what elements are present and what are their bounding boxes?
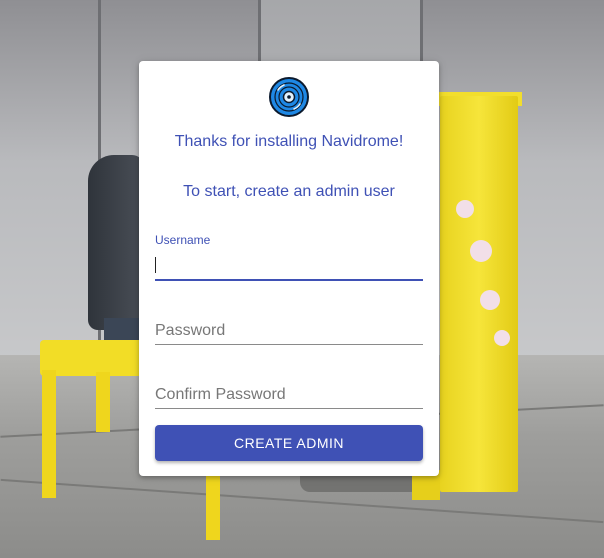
welcome-message: Thanks for installing Navidrome! <box>174 133 404 150</box>
chair-seat <box>40 340 150 376</box>
password-underline <box>155 344 423 345</box>
username-input[interactable] <box>155 251 423 279</box>
piano-flower <box>494 330 510 346</box>
chair-leg <box>206 470 220 540</box>
text-caret <box>155 257 156 273</box>
confirm-password-field <box>155 377 423 409</box>
backpack <box>88 155 144 330</box>
piano <box>440 96 518 492</box>
password-input[interactable] <box>155 317 423 345</box>
piano-flower <box>456 200 474 218</box>
username-underline <box>155 279 423 281</box>
create-admin-button[interactable]: CREATE ADMIN <box>155 425 423 461</box>
chair-leg <box>42 370 56 498</box>
create-admin-card: Thanks for installing Navidrome! To star… <box>139 61 439 476</box>
confirm-password-input[interactable] <box>155 381 423 409</box>
confirm-password-underline <box>155 408 423 409</box>
instruction-message: To start, create an admin user <box>183 183 395 200</box>
username-label: Username <box>155 233 211 247</box>
chair-leg <box>96 372 110 432</box>
username-field: Username <box>155 231 423 281</box>
piano-flower <box>480 290 500 310</box>
password-field <box>155 313 423 345</box>
vinyl-disc-icon <box>269 77 309 117</box>
piano-flower <box>470 240 492 262</box>
